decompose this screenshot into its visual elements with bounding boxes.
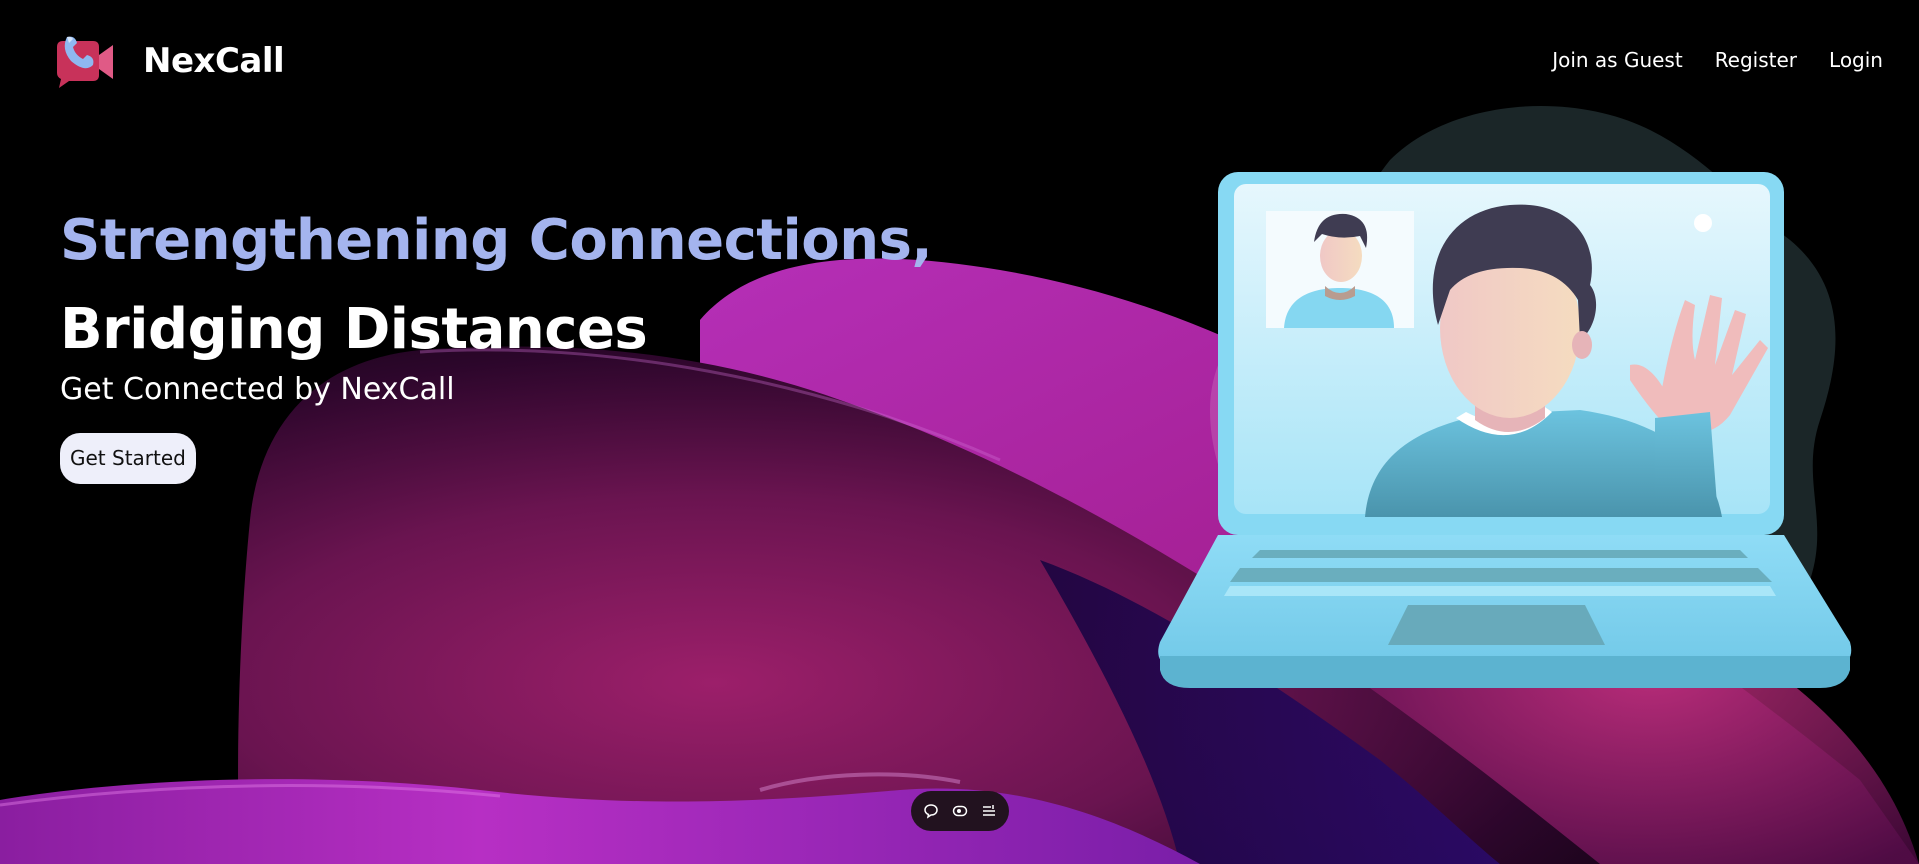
laptop-video-call-icon — [1158, 106, 1852, 688]
chat-bubble-icon[interactable] — [921, 801, 941, 821]
hero-subtitle: Get Connected by NexCall — [60, 372, 455, 407]
hero-headline-line2: Bridging Distances — [60, 297, 648, 362]
list-settings-icon[interactable] — [979, 801, 999, 821]
hero-section: Strengthening Connections, Bridging Dist… — [60, 205, 933, 484]
video-call-icon — [57, 36, 113, 88]
hero-headline-line1: Strengthening Connections, — [60, 208, 933, 273]
nav-register[interactable]: Register — [1715, 48, 1797, 72]
get-started-button[interactable]: Get Started — [60, 433, 196, 484]
nav-join-as-guest[interactable]: Join as Guest — [1552, 48, 1683, 72]
nav-login[interactable]: Login — [1829, 48, 1883, 72]
brand[interactable]: NexCall — [53, 33, 285, 89]
floating-toolbar — [911, 791, 1009, 831]
top-navbar: NexCall Join as Guest Register Login — [0, 0, 1919, 120]
eye-icon[interactable] — [950, 801, 970, 821]
nav-links: Join as Guest Register Login — [1552, 48, 1883, 72]
brand-name: NexCall — [143, 41, 285, 81]
